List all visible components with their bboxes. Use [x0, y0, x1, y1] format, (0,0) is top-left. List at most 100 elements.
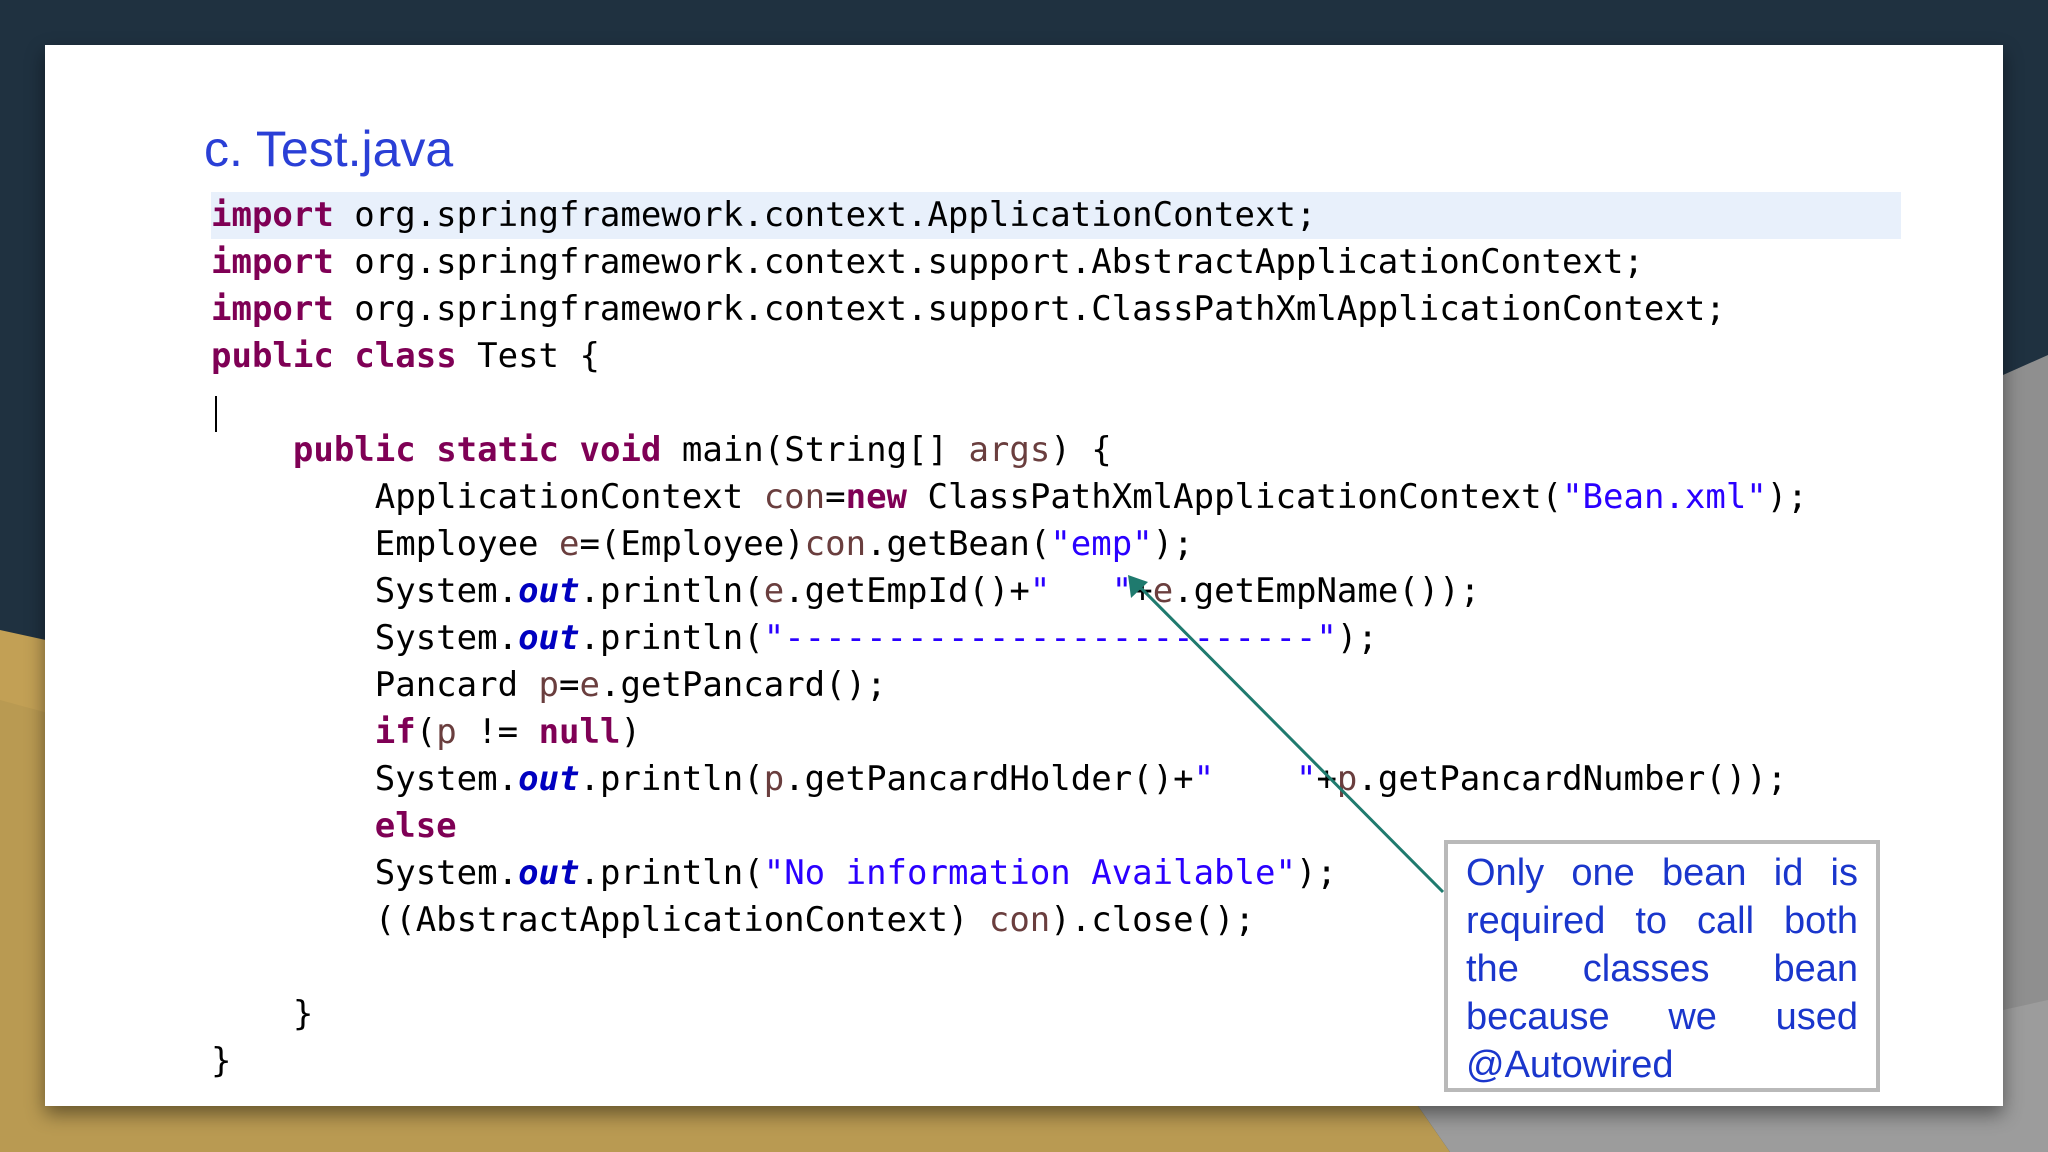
code-text: System. — [374, 759, 519, 799]
code-line-4: public class Test { — [211, 333, 600, 380]
note-word: required — [1466, 900, 1606, 942]
slide-title: c. Test.java — [204, 121, 454, 177]
code-text: Employee — [374, 524, 559, 564]
variable: con — [763, 477, 826, 517]
keyword-public: public — [211, 336, 334, 376]
keyword-import: import — [211, 289, 334, 329]
code-text: .getBean( — [866, 524, 1051, 564]
code-line-7: ApplicationContext con=new ClassPathXmlA… — [211, 474, 1808, 521]
code-text: ); — [1295, 853, 1337, 893]
code-line-15: System.out.println("No information Avail… — [211, 850, 1337, 897]
static-field: out — [518, 759, 580, 799]
keyword-if: if — [374, 712, 416, 752]
variable: e — [559, 524, 580, 564]
variable: con — [804, 524, 867, 564]
code-text: .println( — [579, 618, 764, 658]
note-word: the — [1466, 948, 1519, 990]
code-text: ) — [620, 712, 641, 752]
code-text: System. — [374, 618, 519, 658]
code-line-8: Employee e=(Employee)con.getBean("emp"); — [211, 521, 1194, 568]
code-line-9: System.out.println(e.getEmpId()+" "+e.ge… — [211, 568, 1480, 615]
code-text: org.springframework.context.support.Abst… — [333, 242, 1644, 282]
variable: e — [1152, 571, 1174, 611]
code-line-19: } — [211, 1041, 232, 1081]
keyword-public: public — [292, 430, 416, 470]
code-text: ((AbstractApplicationContext) — [374, 900, 989, 940]
note-line-4: because we used — [1466, 993, 1858, 1041]
keyword-void: void — [579, 430, 662, 470]
code-text: .getPancardNumber()); — [1357, 759, 1788, 799]
keyword-import: import — [211, 242, 334, 282]
note-line-5: @Autowired — [1466, 1041, 1858, 1089]
note-line-3: the classes bean — [1466, 945, 1858, 993]
variable: con — [988, 900, 1051, 940]
static-field: out — [518, 853, 580, 893]
code-text: ); — [1152, 524, 1194, 564]
note-word: we — [1668, 996, 1717, 1038]
note-word: used — [1775, 996, 1858, 1038]
code-text: + — [1316, 759, 1337, 799]
code-line-1: import org.springframework.context.Appli… — [211, 192, 1901, 239]
note-word: one — [1571, 852, 1635, 894]
static-field: out — [518, 571, 580, 611]
note-word: both — [1784, 900, 1858, 942]
code-text: .println( — [579, 759, 764, 799]
static-field: out — [518, 618, 580, 658]
code-line-11: Pancard p=e.getPancard(); — [211, 662, 887, 709]
code-text: != — [456, 712, 539, 752]
note-word: id — [1773, 852, 1804, 894]
code-text: ); — [1336, 618, 1378, 658]
keyword-else: else — [374, 806, 457, 846]
note-line-1: Only one bean id is — [1466, 849, 1858, 897]
code-text: .getPancard(); — [599, 665, 887, 705]
note-word: is — [1830, 852, 1858, 894]
note-line-2: required to call both — [1466, 897, 1858, 945]
code-text: System. — [374, 853, 519, 893]
string-literal: " " — [1029, 571, 1133, 611]
code-line-14: else — [211, 803, 457, 850]
code-text: org.springframework.context.ApplicationC… — [333, 195, 1317, 235]
note-word: because — [1466, 996, 1610, 1038]
string-literal: " " — [1193, 759, 1317, 799]
code-text: ClassPathXmlApplicationContext( — [907, 477, 1563, 517]
code-line-13: System.out.println( p .getPancardHolder()+… — [211, 756, 1788, 803]
code-text: org.springframework.context.support.Clas… — [333, 289, 1726, 329]
string-literal: "Bean.xml" — [1562, 477, 1767, 517]
code-text: Test { — [456, 336, 600, 376]
string-literal: "No information Available" — [763, 853, 1296, 893]
code-text: = — [825, 477, 846, 517]
keyword-null: null — [538, 712, 621, 752]
code-text: .getEmpName()); — [1173, 571, 1481, 611]
code-line-2: import org.springframework.context.suppo… — [211, 239, 1644, 286]
code-text: =(Employee) — [579, 524, 805, 564]
code-text: .getPancardHolder()+ — [784, 759, 1194, 799]
code-line-16: ((AbstractApplicationContext) con).close… — [211, 897, 1255, 944]
keyword-new: new — [845, 477, 908, 517]
note-word: bean — [1661, 852, 1747, 894]
code-text: .println( — [579, 853, 764, 893]
code-line-10: System.out.println("--------------------… — [211, 615, 1378, 662]
code-text: ) { — [1050, 430, 1112, 470]
note-word: @Autowired — [1466, 1044, 1674, 1086]
code-text: + — [1132, 571, 1153, 611]
code-text: Pancard — [374, 665, 539, 705]
code-text: ( — [415, 712, 437, 752]
code-text: .println( — [579, 571, 764, 611]
note-word: to — [1635, 900, 1668, 942]
note-word: bean — [1773, 948, 1858, 990]
code-line-12: if(p != null) — [211, 709, 641, 756]
variable: p — [538, 665, 560, 705]
code-text: = — [559, 665, 580, 705]
string-literal: "emp" — [1050, 524, 1153, 564]
keyword-static: static — [436, 430, 560, 470]
variable: p — [1336, 759, 1358, 799]
code-line-18: } — [211, 994, 314, 1034]
note-word: call — [1697, 900, 1755, 942]
